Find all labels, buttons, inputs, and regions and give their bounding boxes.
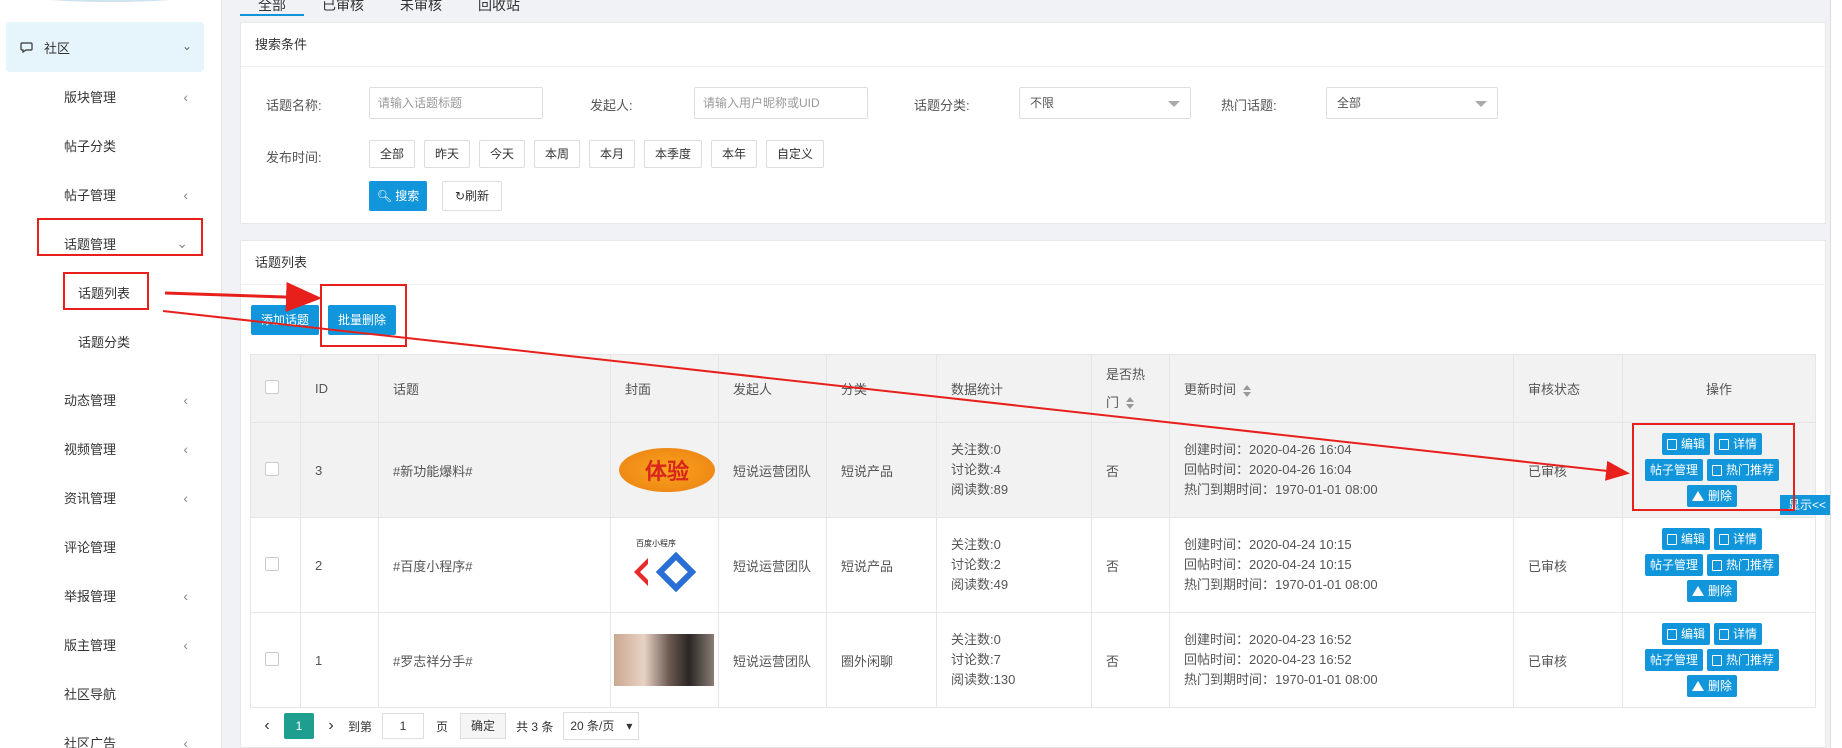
arrow-to-actions bbox=[162, 310, 1630, 481]
arrow-to-batch-delete bbox=[164, 282, 322, 312]
scrollbar[interactable] bbox=[1830, 0, 1842, 748]
annotation-arrows bbox=[162, 282, 1630, 481]
